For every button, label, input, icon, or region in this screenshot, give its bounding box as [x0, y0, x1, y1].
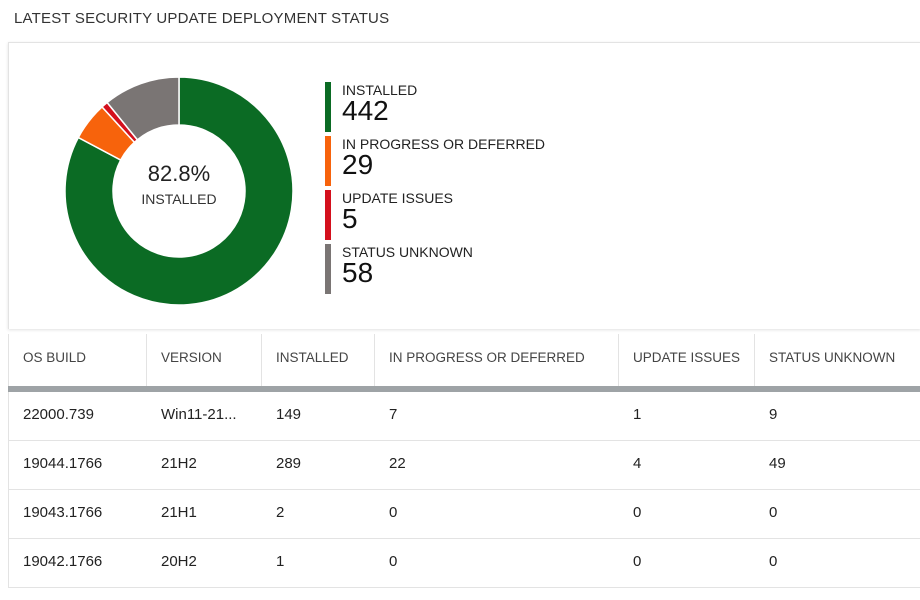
page-title: LATEST SECURITY UPDATE DEPLOYMENT STATUS — [14, 10, 390, 27]
legend-value: 58 — [342, 257, 374, 288]
cell-installed: 149 — [276, 406, 302, 423]
cell-in-progress: 0 — [389, 504, 398, 521]
table-header-row: OS BUILD VERSION INSTALLED IN PROGRESS O… — [8, 334, 920, 392]
column-header-version[interactable]: VERSION — [146, 334, 261, 386]
legend-value: 442 — [342, 95, 389, 126]
deployment-summary-panel: 82.8% INSTALLED INSTALLED 442 IN PROGRES… — [8, 42, 920, 329]
cell-version: 21H2 — [161, 455, 197, 472]
cell-status-unknown: 0 — [769, 504, 778, 521]
legend-item-update-issues[interactable]: UPDATE ISSUES 5 — [325, 188, 545, 242]
legend-item-status-unknown[interactable]: STATUS UNKNOWN 58 — [325, 242, 545, 296]
legend-value: 29 — [342, 149, 374, 180]
column-header-update-issues[interactable]: UPDATE ISSUES — [618, 334, 754, 386]
cell-version: 20H2 — [161, 553, 197, 570]
cell-os-build: 19042.1766 — [23, 553, 103, 570]
table-row[interactable]: 19042.1766 20H2 1 0 0 0 — [8, 539, 920, 588]
column-header-status-unknown[interactable]: STATUS UNKNOWN — [754, 334, 920, 386]
cell-status-unknown: 0 — [769, 553, 778, 570]
table-row[interactable]: 19043.1766 21H1 2 0 0 0 — [8, 490, 920, 539]
cell-update-issues: 4 — [633, 455, 642, 472]
build-status-table: OS BUILD VERSION INSTALLED IN PROGRESS O… — [8, 334, 920, 588]
cell-installed: 289 — [276, 455, 302, 472]
cell-in-progress: 0 — [389, 553, 398, 570]
legend-swatch-installed — [325, 82, 331, 132]
cell-installed: 1 — [276, 553, 285, 570]
legend-swatch-status-unknown — [325, 244, 331, 294]
column-header-in-progress[interactable]: IN PROGRESS OR DEFERRED — [374, 334, 618, 386]
legend-item-in-progress[interactable]: IN PROGRESS OR DEFERRED 29 — [325, 134, 545, 188]
cell-in-progress: 22 — [389, 455, 406, 472]
cell-status-unknown: 49 — [769, 455, 786, 472]
legend-swatch-in-progress — [325, 136, 331, 186]
column-header-os-build[interactable]: OS BUILD — [8, 334, 146, 386]
cell-version: Win11-21... — [161, 406, 237, 423]
cell-os-build: 22000.739 — [23, 406, 94, 423]
table-row[interactable]: 19044.1766 21H2 289 22 4 49 — [8, 441, 920, 490]
cell-update-issues: 0 — [633, 553, 642, 570]
cell-update-issues: 0 — [633, 504, 642, 521]
cell-update-issues: 1 — [633, 406, 642, 423]
column-header-installed[interactable]: INSTALLED — [261, 334, 374, 386]
legend-swatch-update-issues — [325, 190, 331, 240]
cell-os-build: 19044.1766 — [23, 455, 103, 472]
donut-chart[interactable]: 82.8% INSTALLED — [59, 71, 299, 311]
cell-in-progress: 7 — [389, 406, 398, 423]
cell-version: 21H1 — [161, 504, 197, 521]
cell-installed: 2 — [276, 504, 285, 521]
table-row[interactable]: 22000.739 Win11-21... 149 7 1 9 — [8, 392, 920, 441]
cell-os-build: 19043.1766 — [23, 504, 103, 521]
legend-item-installed[interactable]: INSTALLED 442 — [325, 80, 545, 134]
cell-status-unknown: 9 — [769, 406, 778, 423]
legend: INSTALLED 442 IN PROGRESS OR DEFERRED 29… — [325, 80, 545, 296]
legend-value: 5 — [342, 203, 358, 234]
donut-center-label: INSTALLED — [141, 191, 217, 207]
donut-center-percent: 82.8% — [147, 161, 211, 186]
